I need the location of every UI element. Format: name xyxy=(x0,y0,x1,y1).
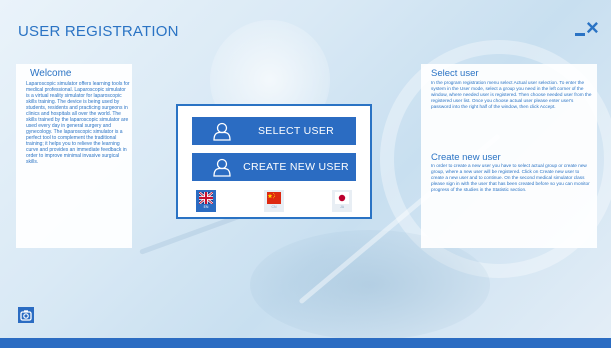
help-panel: Select user In the program registration … xyxy=(421,64,597,248)
select-user-button[interactable]: SELECT USER xyxy=(192,117,356,145)
language-code: EN xyxy=(203,205,209,209)
camera-icon xyxy=(20,310,32,321)
camera-button[interactable] xyxy=(18,307,34,323)
china-flag-icon xyxy=(267,192,281,204)
welcome-panel: Welcome Laparoscopic simulator offers le… xyxy=(16,64,132,248)
select-user-help-text: In the program registration menu select … xyxy=(431,80,592,109)
bottom-bar xyxy=(0,338,611,348)
close-icon: × xyxy=(586,15,599,40)
registration-menu: SELECT USER CREATE NEW USER EN CN JA xyxy=(176,104,372,219)
language-chinese-button[interactable]: CN xyxy=(264,190,284,212)
create-user-help-title: Create new user xyxy=(431,152,501,163)
language-code: JA xyxy=(339,205,345,209)
create-user-help-text: In order to create a new user you have t… xyxy=(431,163,590,192)
welcome-text: Laparoscopic simulator offers learning t… xyxy=(26,81,130,165)
create-user-button[interactable]: CREATE NEW USER xyxy=(192,153,356,181)
language-english-button[interactable]: EN xyxy=(196,190,216,212)
select-user-help-title: Select user xyxy=(431,68,479,79)
japan-flag-icon xyxy=(335,192,349,204)
language-japanese-button[interactable]: JA xyxy=(332,190,352,212)
select-user-label: SELECT USER xyxy=(257,125,335,137)
create-user-label: CREATE NEW USER xyxy=(243,161,349,173)
user-icon xyxy=(213,158,231,177)
welcome-title: Welcome xyxy=(30,68,72,79)
page-title: USER REGISTRATION xyxy=(18,23,179,40)
uk-flag-icon xyxy=(199,192,213,204)
minimize-icon xyxy=(575,33,585,36)
user-icon xyxy=(213,122,231,141)
close-button[interactable]: × xyxy=(575,16,605,42)
language-code: CN xyxy=(271,205,277,209)
